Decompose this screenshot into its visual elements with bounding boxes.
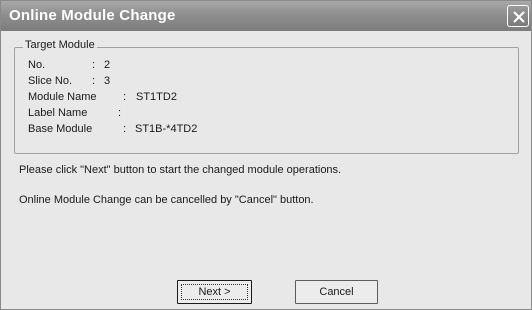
field-value: 3 bbox=[104, 75, 111, 87]
cancel-button[interactable]: Cancel bbox=[295, 280, 378, 304]
field-separator: : bbox=[118, 107, 122, 119]
field-value: 2 bbox=[104, 59, 111, 71]
target-module-legend: Target Module bbox=[23, 39, 97, 51]
field-label: Base Module bbox=[28, 123, 93, 135]
field-label: Label Name bbox=[28, 107, 88, 119]
field-separator: : bbox=[92, 75, 96, 87]
field-separator: : bbox=[123, 91, 127, 103]
close-icon bbox=[513, 11, 525, 23]
field-label: Slice No. bbox=[28, 75, 73, 87]
dialog-title: Online Module Change bbox=[9, 7, 176, 24]
next-button[interactable]: Next > bbox=[177, 280, 252, 304]
field-separator: : bbox=[123, 123, 127, 135]
cancel-hint-message: Online Module Change can be cancelled by… bbox=[19, 194, 314, 206]
dialog-window: Online Module Change Target Module No. :… bbox=[0, 0, 532, 310]
field-separator: : bbox=[92, 59, 96, 71]
field-label: No. bbox=[28, 59, 46, 71]
title-bar: Online Module Change bbox=[1, 1, 531, 31]
close-button[interactable] bbox=[507, 5, 529, 27]
field-label: Module Name bbox=[28, 91, 97, 103]
instruction-message: Please click "Next" button to start the … bbox=[19, 164, 342, 176]
field-value: ST1B-*4TD2 bbox=[135, 123, 198, 135]
field-value: ST1TD2 bbox=[136, 91, 177, 103]
next-button-label: Next > bbox=[181, 284, 248, 300]
